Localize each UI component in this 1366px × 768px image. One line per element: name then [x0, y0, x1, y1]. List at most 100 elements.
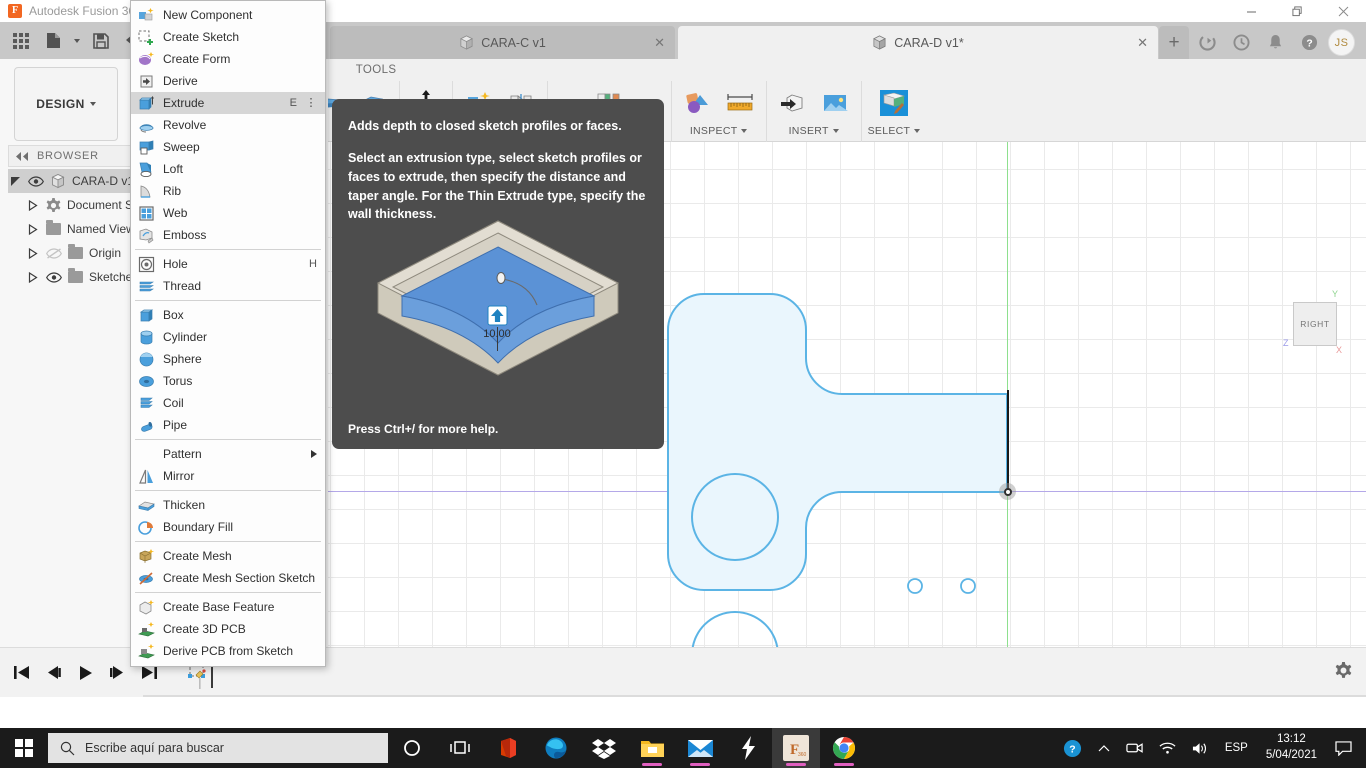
- new-document-tab-button[interactable]: +: [1159, 26, 1189, 59]
- file-dropdown-caret[interactable]: [70, 27, 84, 55]
- lightning-icon[interactable]: [724, 728, 772, 768]
- file-icon[interactable]: [38, 27, 68, 55]
- chrome-icon[interactable]: [820, 728, 868, 768]
- svg-text:?: ?: [1306, 38, 1312, 49]
- fusion360-icon[interactable]: F 360: [772, 728, 820, 768]
- menu-item-create-mesh[interactable]: Create Mesh: [131, 545, 325, 567]
- sketch-origin-point[interactable]: [999, 483, 1016, 500]
- create-dropdown-menu[interactable]: New Component Create Sketch Create Form …: [130, 0, 326, 667]
- menu-item-create-form[interactable]: Create Form: [131, 48, 325, 70]
- menu-item-sphere[interactable]: Sphere: [131, 348, 325, 370]
- step-back-icon[interactable]: [42, 661, 64, 685]
- document-tab-close-button[interactable]: ✕: [654, 36, 665, 49]
- language-indicator[interactable]: ESP: [1217, 728, 1256, 768]
- user-avatar[interactable]: JS: [1328, 29, 1355, 56]
- step-forward-icon[interactable]: [106, 661, 128, 685]
- insert-derive-icon[interactable]: [773, 82, 813, 124]
- selected-edge[interactable]: [1007, 390, 1009, 491]
- help-icon[interactable]: ?: [1293, 26, 1326, 59]
- menu-item-coil[interactable]: Coil: [131, 392, 325, 414]
- insert-image-icon[interactable]: [815, 82, 855, 124]
- expand-arrow-icon[interactable]: [26, 271, 40, 283]
- save-icon[interactable]: [86, 27, 116, 55]
- close-window-button[interactable]: [1320, 0, 1366, 22]
- menu-item-loft[interactable]: Loft: [131, 158, 325, 180]
- expand-arrow-icon[interactable]: [26, 199, 40, 211]
- volume-icon[interactable]: [1184, 728, 1217, 768]
- timeline-settings-icon[interactable]: [1335, 661, 1352, 684]
- menu-item-revolve[interactable]: Revolve: [131, 114, 325, 136]
- windows-start-icon[interactable]: [0, 728, 48, 768]
- menu-item-derive-pcb-from-sketch[interactable]: Derive PCB from Sketch: [131, 640, 325, 662]
- recent-activity-icon[interactable]: [1225, 26, 1258, 59]
- expand-arrow-icon[interactable]: [26, 223, 40, 235]
- interference-icon[interactable]: [678, 82, 718, 124]
- app-grid-icon[interactable]: [6, 27, 36, 55]
- edge-icon[interactable]: [532, 728, 580, 768]
- document-tab-cara-c[interactable]: CARA-C v1 ✕: [330, 26, 675, 59]
- action-center-icon[interactable]: [1327, 728, 1360, 768]
- notifications-bell-icon[interactable]: [1259, 26, 1292, 59]
- ribbon-tab-tools[interactable]: TOOLS: [340, 64, 413, 76]
- collapse-left-icon[interactable]: [15, 151, 29, 161]
- menu-item-pattern[interactable]: Pattern: [131, 443, 325, 465]
- hole-icon: [138, 256, 155, 273]
- workspace-selector[interactable]: DESIGN: [14, 67, 118, 141]
- help-support-icon[interactable]: ?: [1055, 728, 1090, 768]
- menu-item-extrude[interactable]: Extrude E ⋮: [131, 92, 325, 114]
- menu-item-new-component[interactable]: New Component: [131, 4, 325, 26]
- minimize-button[interactable]: [1228, 0, 1274, 22]
- menu-item-create-base-feature[interactable]: Create Base Feature: [131, 596, 325, 618]
- axis-label-x: X: [1336, 345, 1343, 355]
- measure-icon[interactable]: [720, 82, 760, 124]
- menu-item-emboss[interactable]: Emboss: [131, 224, 325, 246]
- create-sketch-icon: [138, 29, 155, 46]
- document-tab-close-button[interactable]: ✕: [1137, 36, 1148, 49]
- menu-item-create-3d-pcb[interactable]: Create 3D PCB: [131, 618, 325, 640]
- menu-item-create-sketch[interactable]: Create Sketch: [131, 26, 325, 48]
- menu-item-cylinder[interactable]: Cylinder: [131, 326, 325, 348]
- document-tab-cara-d[interactable]: CARA-D v1* ✕: [678, 26, 1158, 59]
- skip-to-start-icon[interactable]: [10, 661, 32, 685]
- dropbox-icon[interactable]: [580, 728, 628, 768]
- ribbon-group-label[interactable]: INSPECT: [690, 125, 748, 137]
- visibility-eye-off-icon[interactable]: [46, 247, 62, 259]
- menu-item-thread[interactable]: Thread: [131, 275, 325, 297]
- visibility-eye-icon[interactable]: [46, 271, 62, 283]
- menu-item-torus[interactable]: Torus: [131, 370, 325, 392]
- visibility-eye-icon[interactable]: [28, 175, 44, 187]
- play-icon[interactable]: [74, 661, 96, 685]
- menu-item-hole[interactable]: Hole H: [131, 253, 325, 275]
- view-cube[interactable]: RIGHT: [1293, 302, 1337, 346]
- menu-item-box[interactable]: Box: [131, 304, 325, 326]
- file-explorer-icon[interactable]: [628, 728, 676, 768]
- ribbon-group-label[interactable]: SELECT: [868, 125, 921, 137]
- taskbar-clock[interactable]: 13:12 5/04/2021: [1256, 732, 1327, 763]
- menu-item-pipe[interactable]: Pipe: [131, 414, 325, 436]
- taskbar-search-input[interactable]: Escribe aquí para buscar: [48, 733, 388, 763]
- menu-item-boundary-fill[interactable]: Boundary Fill: [131, 516, 325, 538]
- menu-item-create-mesh-section-sketch[interactable]: Create Mesh Section Sketch: [131, 567, 325, 589]
- office-icon[interactable]: [484, 728, 532, 768]
- boundary-fill-icon: [138, 519, 155, 536]
- cortana-icon[interactable]: [388, 728, 436, 768]
- menu-item-rib[interactable]: Rib: [131, 180, 325, 202]
- maximize-button[interactable]: [1274, 0, 1320, 22]
- meet-now-icon[interactable]: [1118, 728, 1151, 768]
- select-tool-icon[interactable]: [874, 82, 914, 124]
- menu-item-sweep[interactable]: Sweep: [131, 136, 325, 158]
- show-hidden-icons-icon[interactable]: [1090, 728, 1118, 768]
- expand-arrow-icon[interactable]: [8, 176, 22, 187]
- timeline-track[interactable]: [143, 695, 1366, 697]
- job-status-icon[interactable]: [1191, 26, 1224, 59]
- menu-item-thicken[interactable]: Thicken: [131, 494, 325, 516]
- wifi-icon[interactable]: [1151, 728, 1184, 768]
- task-view-icon[interactable]: [436, 728, 484, 768]
- ribbon-group-label[interactable]: INSERT: [789, 125, 839, 137]
- expand-arrow-icon[interactable]: [26, 247, 40, 259]
- mail-icon[interactable]: [676, 728, 724, 768]
- menu-item-web[interactable]: Web: [131, 202, 325, 224]
- menu-item-derive[interactable]: Derive: [131, 70, 325, 92]
- menu-item-mirror[interactable]: Mirror: [131, 465, 325, 487]
- menu-item-overflow-icon[interactable]: ⋮: [305, 97, 317, 109]
